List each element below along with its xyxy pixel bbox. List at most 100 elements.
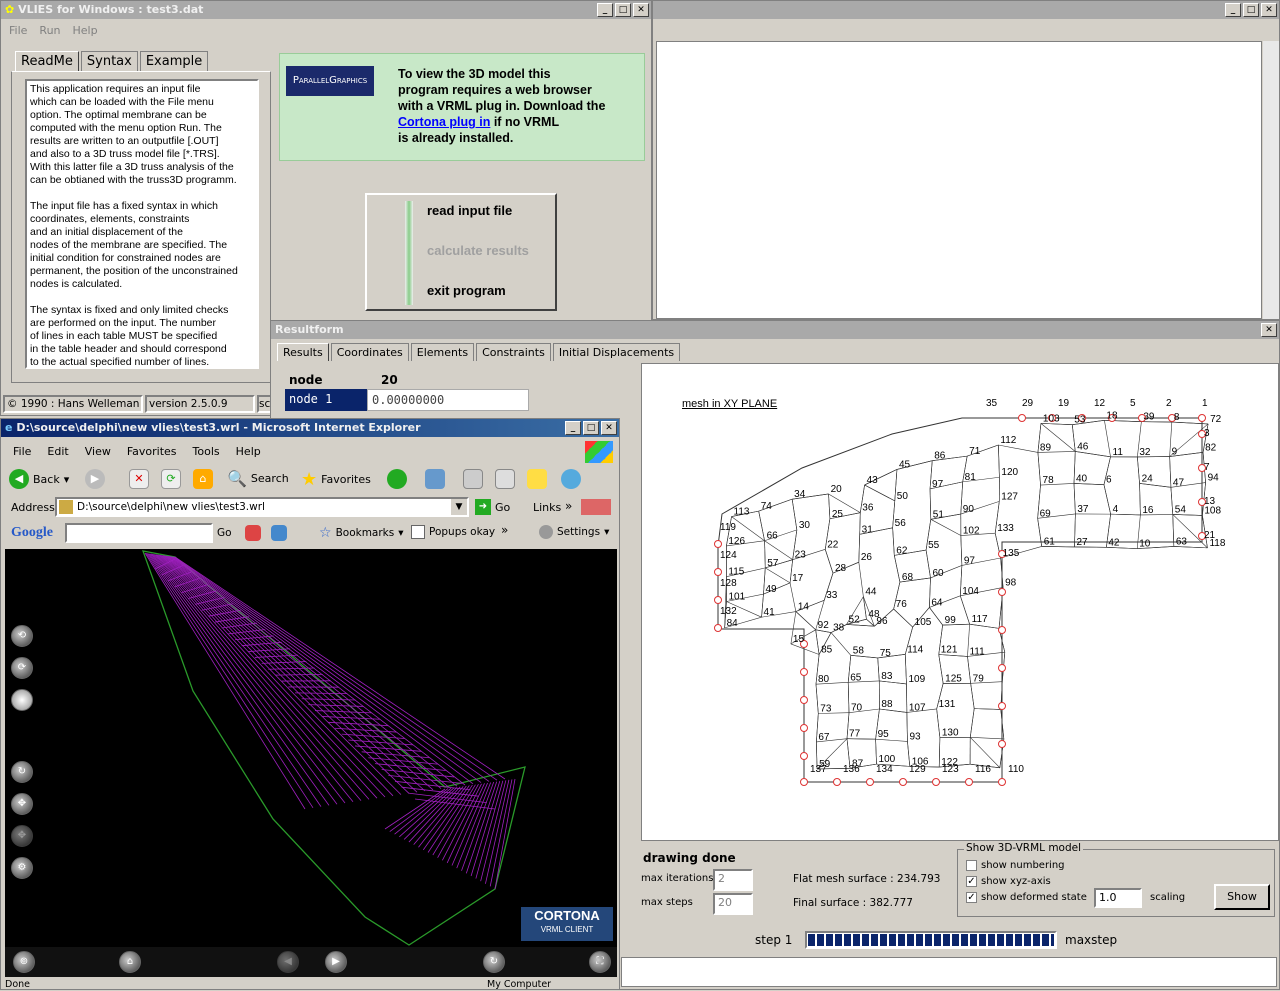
bookmarks-button[interactable]: ☆Bookmarks▾ (319, 525, 404, 541)
node-label: 134 (876, 764, 893, 775)
flat-surface-text: Flat mesh surface : 234.793 (793, 873, 940, 885)
tab-syntax[interactable]: Syntax (81, 51, 138, 71)
ie-menu-view[interactable]: View (85, 445, 111, 458)
scaling-input[interactable]: 1.0 (1094, 888, 1142, 908)
vrml-view-titlebar[interactable] (653, 1, 1279, 19)
google-tool-icon[interactable] (245, 525, 261, 541)
back-button[interactable]: ◀ Back▾ (9, 469, 69, 489)
ie-menu-edit[interactable]: Edit (47, 445, 68, 458)
close-button[interactable]: ✕ (633, 3, 649, 17)
exit-program-button[interactable]: exit program (427, 283, 506, 298)
walk-icon[interactable]: ⟲ (11, 625, 33, 647)
show-numbering-checkbox[interactable]: show numbering (966, 860, 1065, 871)
node-selected-cell[interactable]: node 1 (285, 389, 367, 411)
ie-menu-help[interactable]: Help (236, 445, 261, 458)
popups-button[interactable]: Popups okay (411, 525, 495, 539)
turn-icon[interactable]: ✥ (11, 825, 33, 847)
page-icon (59, 500, 73, 514)
cortona-link[interactable]: Cortona plug in (398, 115, 490, 129)
chevron-right-icon[interactable]: » (565, 499, 572, 513)
ie-menu-file[interactable]: File (13, 445, 31, 458)
checkbox-box[interactable] (966, 860, 977, 871)
menu-help[interactable]: Help (73, 24, 98, 37)
tab-example[interactable]: Example (140, 51, 208, 71)
minimize-button[interactable]: _ (565, 421, 581, 435)
node-scrollbar[interactable] (531, 389, 547, 413)
favorites-button[interactable]: ★Favorites (301, 469, 371, 490)
notes-icon[interactable] (527, 469, 547, 489)
tab-initial-displacements[interactable]: Initial Displacements (553, 343, 680, 361)
maximize-button[interactable]: □ (615, 3, 631, 17)
max-iterations-input[interactable]: 2 (713, 869, 753, 891)
next-viewpoint-icon[interactable]: ▶ (325, 951, 347, 973)
previous-viewpoint-icon[interactable]: ◀ (277, 951, 299, 973)
search-button[interactable]: 🔍Search (227, 469, 289, 488)
close-button[interactable]: ✕ (1261, 323, 1277, 337)
truss-member (268, 668, 314, 669)
mesh-element (848, 682, 849, 712)
google-search-input[interactable] (65, 523, 213, 543)
pagerank-icon[interactable] (271, 525, 287, 541)
tab-elements[interactable]: Elements (411, 343, 474, 361)
control-spacer (11, 721, 33, 751)
node-label: 105 (915, 617, 932, 628)
vrml-view-scrollbar[interactable] (1263, 41, 1279, 319)
history-icon[interactable] (387, 469, 407, 489)
menu-file[interactable]: File (9, 24, 27, 37)
close-button[interactable]: ✕ (601, 421, 617, 435)
show-xyz-checkbox[interactable]: ✓show xyz-axis (966, 876, 1051, 887)
mail-icon[interactable] (425, 469, 445, 489)
maximize-button[interactable]: □ (583, 421, 599, 435)
google-go-button[interactable]: Go (217, 527, 232, 539)
calculate-results-button[interactable]: calculate results (427, 243, 529, 258)
go-home-icon[interactable]: ⌂ (119, 951, 141, 973)
menu-run[interactable]: Run (39, 24, 60, 37)
settings-button[interactable]: Settings▾ (539, 525, 609, 539)
roll-icon[interactable]: ⚙ (11, 857, 33, 879)
links-extra-icon[interactable] (581, 499, 611, 515)
tab-readme[interactable]: ReadMe (15, 51, 79, 71)
resultform-titlebar[interactable]: Resultform (271, 321, 1279, 339)
ie-menu-tools[interactable]: Tools (193, 445, 220, 458)
address-dropdown-icon[interactable]: ▼ (451, 499, 467, 515)
checkbox-box[interactable]: ✓ (966, 892, 977, 903)
minimize-button[interactable]: _ (1225, 3, 1241, 17)
ie-menu-favorites[interactable]: Favorites (127, 445, 177, 458)
print-icon[interactable] (463, 469, 483, 489)
edit-icon[interactable] (495, 469, 515, 489)
readme-text[interactable]: This application requires an input file … (25, 79, 259, 369)
address-input[interactable]: D:\source\delphi\new vlies\test3.wrl (55, 497, 469, 517)
vlies-titlebar[interactable]: ✿ VLIES for Windows : test3.dat (1, 1, 651, 19)
vrml-view-area[interactable] (656, 41, 1262, 319)
pan-icon[interactable]: ✥ (11, 793, 33, 815)
fly-icon[interactable]: ⟳ (11, 657, 33, 679)
checkbox-box[interactable]: ✓ (966, 876, 977, 887)
show-deformed-checkbox[interactable]: ✓show deformed state (966, 892, 1087, 903)
home-icon[interactable]: ⌂ (193, 469, 213, 489)
align-icon[interactable]: ↻ (483, 951, 505, 973)
links-label[interactable]: Links (533, 501, 561, 514)
read-input-file-button[interactable]: read input file (427, 203, 512, 218)
minimize-button[interactable]: _ (597, 3, 613, 17)
node-label: 54 (1175, 504, 1187, 515)
study-icon[interactable] (11, 689, 33, 711)
view-list-icon[interactable]: ⊚ (13, 951, 35, 973)
forward-icon[interactable]: ▶ (85, 469, 105, 489)
tab-results[interactable]: Results (277, 343, 329, 361)
messenger-icon[interactable] (561, 469, 581, 489)
tab-coordinates[interactable]: Coordinates (331, 343, 409, 361)
plan-icon[interactable]: ↻ (11, 761, 33, 783)
node-value-cell[interactable]: 0.00000000 (367, 389, 529, 411)
fit-icon[interactable]: ⛶ (589, 951, 611, 973)
ie-titlebar[interactable]: e D:\source\delphi\new vlies\test3.wrl -… (1, 419, 619, 437)
stop-icon[interactable]: ✕ (129, 469, 149, 489)
go-button[interactable]: ➜Go (475, 499, 510, 515)
chevron-right-icon[interactable]: » (501, 523, 508, 537)
tab-constraints[interactable]: Constraints (476, 343, 551, 361)
maximize-button[interactable]: □ (1243, 3, 1259, 17)
refresh-icon[interactable]: ⟳ (161, 469, 181, 489)
max-steps-input[interactable]: 20 (713, 893, 753, 915)
vrml-viewport[interactable]: ⟲ ⟳ ↻ ✥ ✥ ⚙ CORTONA VRML CLIENT (5, 549, 617, 947)
show-button[interactable]: Show (1214, 884, 1270, 910)
close-button[interactable]: ✕ (1261, 3, 1277, 17)
